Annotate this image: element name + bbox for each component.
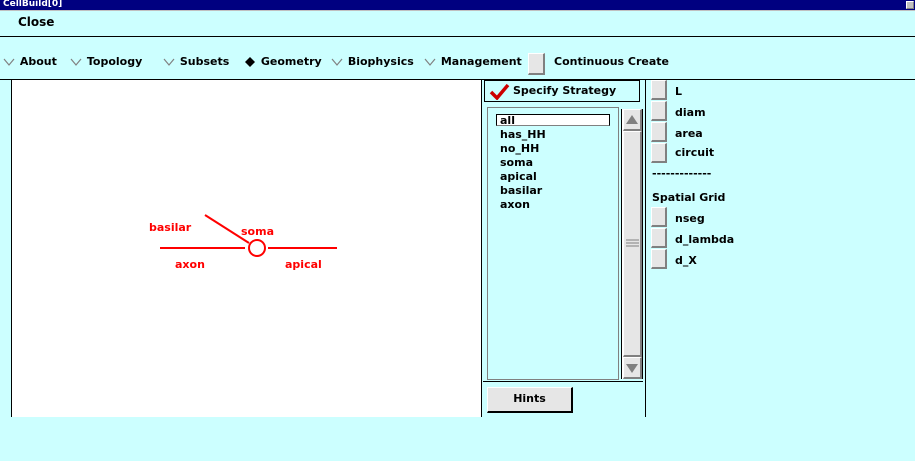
param-label-circuit: circuit xyxy=(675,146,715,159)
tab-biophysics-label: Biophysics xyxy=(347,55,414,68)
spatial-grid-heading: Spatial Grid xyxy=(652,191,726,204)
shape-canvas[interactable]: basilar soma axon apical xyxy=(12,80,482,417)
specify-strategy-button[interactable]: Specify Strategy xyxy=(484,80,640,102)
tab-about-label: About xyxy=(19,55,57,68)
shape-left-margin xyxy=(0,80,12,417)
subset-item-axon[interactable]: axon xyxy=(500,198,530,211)
continuous-create-label: Continuous Create xyxy=(554,55,670,68)
param-label-d-lambda: d_lambda xyxy=(675,233,735,246)
geometry-params-panel: L diam area circuit ------------- Spatia… xyxy=(645,80,915,417)
continuous-create-checkbox[interactable] xyxy=(528,53,545,75)
checkbox-d-lambda[interactable] xyxy=(651,228,667,248)
title-bar: CellBuild[0] xyxy=(0,0,915,11)
window-title: CellBuild[0] xyxy=(3,0,63,9)
basilar-label: basilar xyxy=(149,221,192,234)
section-toolbar: About Topology Subsets Geometry Biophysi… xyxy=(0,37,915,69)
tab-subsets[interactable]: Subsets xyxy=(163,55,229,69)
checkbox-d-x[interactable] xyxy=(651,249,667,269)
subset-item-basilar[interactable]: basilar xyxy=(500,184,542,197)
radio-chevron-icon xyxy=(424,58,436,66)
subset-item-no-hh[interactable]: no_HH xyxy=(500,142,539,155)
checkmark-icon xyxy=(489,83,510,100)
triangle-up-icon xyxy=(626,115,638,124)
checkbox-area[interactable] xyxy=(651,122,667,142)
tab-subsets-label: Subsets xyxy=(179,55,230,68)
cell-shape-drawing xyxy=(160,214,337,257)
param-label-area: area xyxy=(675,127,703,140)
tab-topology[interactable]: Topology xyxy=(70,55,142,69)
checkbox-l[interactable] xyxy=(651,80,667,100)
checkbox-nseg[interactable] xyxy=(651,207,667,227)
subset-item-has-hh[interactable]: has_HH xyxy=(500,128,546,141)
tab-geometry-label: Geometry xyxy=(260,55,322,68)
subset-item-all[interactable]: all xyxy=(500,114,515,127)
tab-biophysics[interactable]: Biophysics xyxy=(331,55,414,69)
param-label-nseg: nseg xyxy=(675,212,705,225)
specify-strategy-label: Specify Strategy xyxy=(513,84,617,97)
tab-management[interactable]: Management xyxy=(424,55,522,69)
scroll-up-button[interactable] xyxy=(623,109,642,131)
tab-about[interactable]: About xyxy=(3,55,57,69)
tab-geometry[interactable]: Geometry xyxy=(244,55,322,69)
tab-topology-label: Topology xyxy=(86,55,143,68)
close-menu[interactable]: Close xyxy=(18,15,54,29)
list-bottom-divider xyxy=(483,381,643,382)
tab-management-label: Management xyxy=(440,55,522,68)
subset-panel: Specify Strategy all has_HH no_HH soma a… xyxy=(483,80,643,417)
soma-circle xyxy=(248,239,266,257)
radio-chevron-icon xyxy=(331,58,343,66)
subset-scrollbar[interactable] xyxy=(621,109,643,379)
radio-selected-diamond-icon xyxy=(245,57,255,67)
checkbox-circuit[interactable] xyxy=(651,143,667,163)
window-menu-icon[interactable] xyxy=(906,1,914,9)
radio-chevron-icon xyxy=(3,58,15,66)
param-label-diam: diam xyxy=(675,106,706,119)
radio-chevron-icon xyxy=(70,58,82,66)
subset-item-soma[interactable]: soma xyxy=(500,156,533,169)
hints-button[interactable]: Hints xyxy=(487,387,573,413)
scroll-thumb[interactable] xyxy=(623,131,642,357)
param-label-l: L xyxy=(675,85,683,98)
scroll-down-button[interactable] xyxy=(623,357,642,379)
apical-label: apical xyxy=(285,258,322,271)
subset-item-apical[interactable]: apical xyxy=(500,170,537,183)
param-label-d-x: d_X xyxy=(675,254,697,267)
subset-list-area: all has_HH no_HH soma apical basilar axo… xyxy=(487,107,619,380)
checkbox-diam[interactable] xyxy=(651,101,667,121)
triangle-down-icon xyxy=(626,364,638,373)
axon-label: axon xyxy=(175,258,205,271)
grip-icon xyxy=(626,239,639,247)
soma-label: soma xyxy=(241,225,274,238)
radio-chevron-icon xyxy=(163,58,175,66)
param-divider: ------------- xyxy=(652,167,712,180)
